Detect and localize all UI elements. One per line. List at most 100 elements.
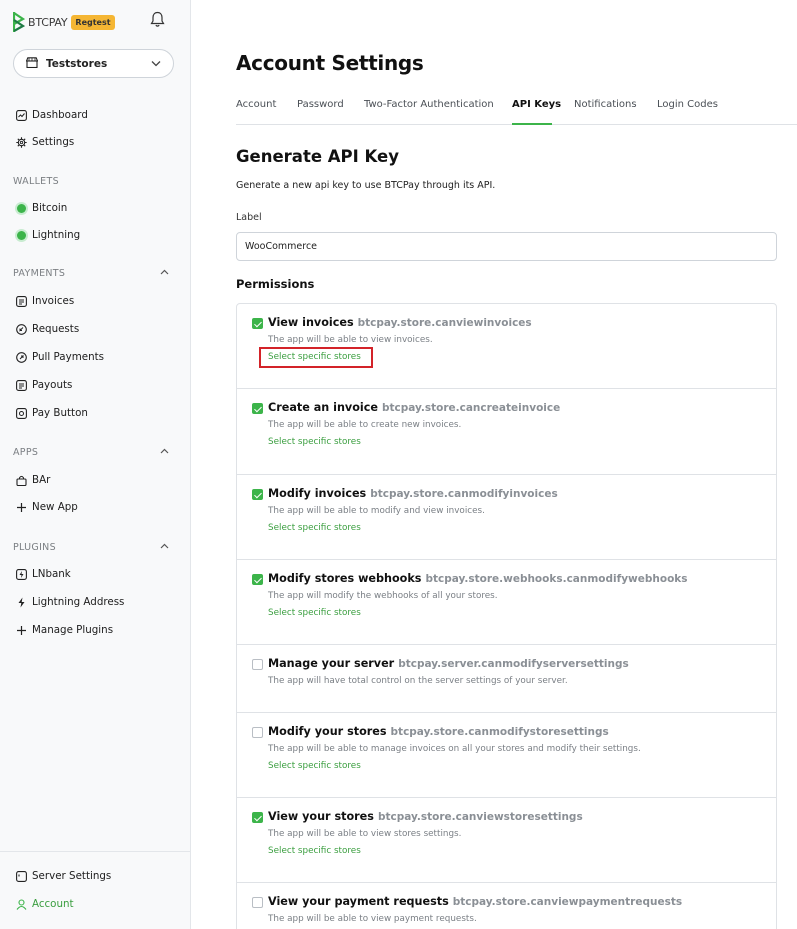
permission-description: The app will modify the webhooks of all … xyxy=(268,591,498,601)
tab-notifications[interactable]: Notifications xyxy=(574,99,637,110)
select-specific-stores-link[interactable]: Select specific stores xyxy=(268,437,361,447)
btcpay-logo[interactable]: BTCPAY Regtest xyxy=(13,10,115,34)
sidebar-item-label: Manage Plugins xyxy=(32,624,114,636)
chevron-up-icon[interactable] xyxy=(160,268,169,277)
settings-tabs: Account Password Two-Factor Authenticati… xyxy=(236,97,797,125)
permission-code: btcpay.store.canmodifyinvoices xyxy=(370,488,558,500)
sidebar-item-label: Settings xyxy=(32,136,75,148)
sidebar-item-account[interactable]: Account xyxy=(16,896,74,912)
permission-row: View invoices btcpay.store.canviewinvoice… xyxy=(237,304,776,389)
wallets-heading: WALLETS xyxy=(13,176,59,187)
permission-row: View your payment requests btcpay.store.c… xyxy=(237,883,776,929)
sidebar-item-label: Payouts xyxy=(32,379,73,391)
sidebar-item-dashboard[interactable]: Dashboard xyxy=(16,107,88,123)
status-dot-icon xyxy=(16,203,27,214)
permission-row: View your stores btcpay.store.canviewstor… xyxy=(237,798,776,883)
chevron-up-icon[interactable] xyxy=(160,447,169,456)
select-specific-stores-link[interactable]: Select specific stores xyxy=(268,523,361,533)
select-specific-stores-link[interactable]: Select specific stores xyxy=(268,608,361,618)
sidebar-item-label: Pull Payments xyxy=(32,351,104,363)
permission-checkbox[interactable] xyxy=(252,574,263,585)
payments-heading: PAYMENTS xyxy=(13,268,66,279)
sidebar-item-settings[interactable]: Settings xyxy=(16,134,74,150)
tab-two-factor-authentication[interactable]: Two-Factor Authentication xyxy=(364,99,494,110)
permission-checkbox[interactable] xyxy=(252,403,263,414)
permission-description: The app will have total control on the s… xyxy=(268,676,568,686)
sidebar-item-lightning-address[interactable]: Lightning Address xyxy=(16,594,124,610)
sidebar-divider xyxy=(0,851,190,852)
sidebar-item-label: Dashboard xyxy=(32,109,88,121)
tab-password[interactable]: Password xyxy=(297,99,344,110)
request-icon xyxy=(16,323,27,335)
permission-name: View your payment requests xyxy=(268,895,449,908)
sidebar-item-server-settings[interactable]: Server Settings xyxy=(16,868,111,884)
chevron-down-icon xyxy=(151,57,161,70)
main-content: Account Settings Account Password Two-Fa… xyxy=(191,0,797,929)
sidebar-item-label: Pay Button xyxy=(32,407,88,419)
sidebar-item-invoices[interactable]: Invoices xyxy=(16,293,74,309)
permission-row: Modify stores webhooks btcpay.store.webho… xyxy=(237,560,776,645)
permissions-list: View invoices btcpay.store.canviewinvoice… xyxy=(236,303,777,929)
sidebar-item-label: LNbank xyxy=(32,568,71,580)
permission-checkbox[interactable] xyxy=(252,812,263,823)
server-icon xyxy=(16,870,27,882)
sidebar-item-bitcoin[interactable]: Bitcoin xyxy=(16,200,67,216)
sidebar-item-label: BAr xyxy=(32,474,51,486)
label-field-label: Label xyxy=(236,212,262,223)
select-specific-stores-link[interactable]: Select specific stores xyxy=(268,761,361,771)
sidebar-item-new-app[interactable]: New App xyxy=(16,499,78,515)
sidebar: BTCPAY Regtest Teststores Dashboard Sett… xyxy=(0,0,191,929)
sidebar-item-label: Invoices xyxy=(32,295,75,307)
plugins-heading: PLUGINS xyxy=(13,542,56,553)
permission-name-line: Modify stores webhooks btcpay.store.webho… xyxy=(268,572,688,585)
permission-description: The app will be able to modify and view … xyxy=(268,506,485,516)
payout-icon xyxy=(16,379,27,391)
sidebar-item-payouts[interactable]: Payouts xyxy=(16,377,72,393)
sidebar-item-requests[interactable]: Requests xyxy=(16,321,79,337)
permission-name: Modify stores webhooks xyxy=(268,572,422,585)
notifications-bell-icon[interactable] xyxy=(150,11,165,32)
permission-description: The app will be able to view invoices. xyxy=(268,335,433,345)
permission-row: Manage your server btcpay.server.canmodif… xyxy=(237,645,776,713)
sidebar-item-lnbank[interactable]: LNbank xyxy=(16,566,71,582)
section-description: Generate a new api key to use BTCPay thr… xyxy=(236,180,496,191)
permission-name: Create an invoice xyxy=(268,401,378,414)
tab-api-keys[interactable]: API Keys xyxy=(512,99,561,110)
sidebar-item-pull-payments[interactable]: Pull Payments xyxy=(16,349,104,365)
permission-code: btcpay.store.webhooks.canmodifywebhooks xyxy=(425,573,688,585)
chevron-up-icon[interactable] xyxy=(160,542,169,551)
sidebar-item-manage-plugins[interactable]: Manage Plugins xyxy=(16,622,113,638)
permission-code: btcpay.store.cancreateinvoice xyxy=(381,402,561,414)
sidebar-item-lightning[interactable]: Lightning xyxy=(16,227,80,243)
permission-description: The app will be able to create new invoi… xyxy=(268,420,462,430)
sidebar-item-pay-button[interactable]: Pay Button xyxy=(16,405,88,421)
sidebar-item-label: Requests xyxy=(32,323,80,335)
store-selector[interactable]: Teststores xyxy=(13,49,174,78)
permission-checkbox[interactable] xyxy=(252,727,263,738)
permission-name: View your stores xyxy=(268,810,374,823)
permission-name-line: Manage your server btcpay.server.canmodif… xyxy=(268,657,629,670)
permission-description: The app will be able to view stores sett… xyxy=(268,829,462,839)
tab-login-codes[interactable]: Login Codes xyxy=(657,99,718,110)
tab-account[interactable]: Account xyxy=(236,99,276,110)
sidebar-item-label: Lightning Address xyxy=(32,596,125,608)
apps-heading: APPS xyxy=(13,447,39,458)
invoice-icon xyxy=(16,295,27,307)
permission-checkbox[interactable] xyxy=(252,659,263,670)
user-icon xyxy=(16,898,27,910)
sidebar-item-label: Lightning xyxy=(32,229,81,241)
permission-checkbox[interactable] xyxy=(252,489,263,500)
page-title: Account Settings xyxy=(236,51,424,75)
permission-checkbox[interactable] xyxy=(252,897,263,908)
permission-row: Modify invoices btcpay.store.canmodifyinv… xyxy=(237,475,776,560)
store-icon xyxy=(25,56,39,71)
permission-checkbox[interactable] xyxy=(252,318,263,329)
logo-text: BTCPAY xyxy=(28,15,68,29)
pay-button-icon xyxy=(16,407,27,419)
permission-name-line: View invoices btcpay.store.canviewinvoice… xyxy=(268,316,532,329)
permission-description: The app will be able to manage invoices … xyxy=(268,744,641,754)
label-input[interactable] xyxy=(236,232,777,261)
permission-name-line: Create an invoice btcpay.store.cancreatei… xyxy=(268,401,560,414)
select-specific-stores-link[interactable]: Select specific stores xyxy=(268,846,361,856)
sidebar-item-bar[interactable]: BAr xyxy=(16,472,50,488)
